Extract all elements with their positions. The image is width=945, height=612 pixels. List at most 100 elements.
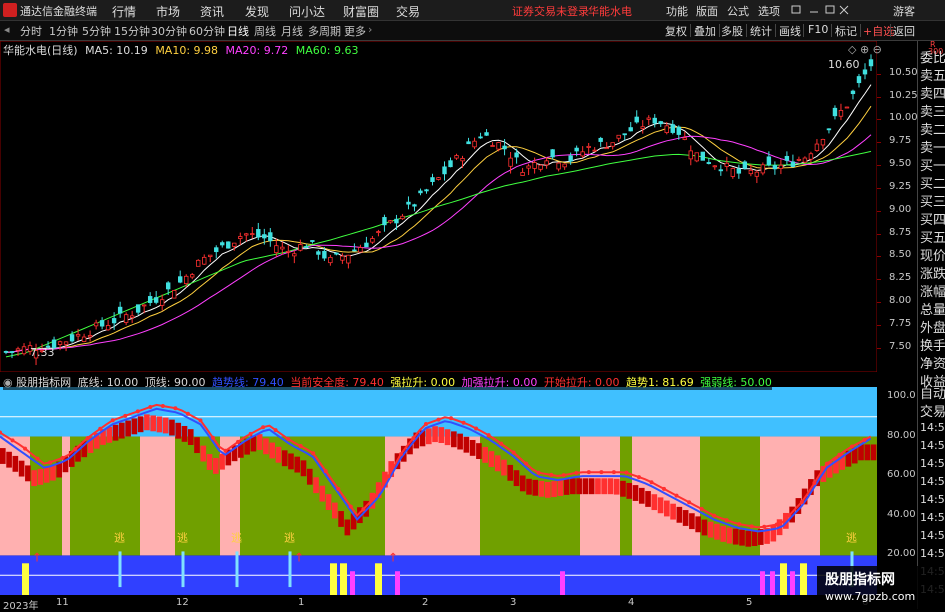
menu-discover[interactable]: 发现 — [245, 3, 269, 20]
momentum-bar — [526, 478, 532, 495]
momentum-bar — [714, 523, 720, 540]
candle — [676, 126, 681, 135]
tool-back[interactable]: 返回 — [893, 23, 915, 39]
menu-formula[interactable]: 公式 — [727, 3, 749, 19]
safety-dot — [724, 518, 729, 523]
safety-dot — [423, 422, 428, 427]
period-timeshare[interactable]: 分时 — [20, 23, 42, 39]
candle — [628, 127, 633, 132]
momentum-bar — [544, 481, 551, 498]
indicator-tick: 40.00 — [887, 508, 916, 520]
safety-dot — [699, 506, 704, 511]
period-1min[interactable]: 1分钟 — [49, 23, 78, 39]
menu-wealth[interactable]: 财富圈 — [343, 3, 379, 20]
safety-dot — [411, 436, 416, 441]
more-chevron-icon[interactable]: › — [368, 23, 372, 36]
candle — [754, 171, 760, 177]
buy-arrow-icon: ↑ — [294, 550, 304, 564]
date-axis: 2023年1112123456 — [0, 597, 877, 612]
momentum-bar — [695, 516, 701, 533]
indicator-name[interactable]: 股朋指标网 — [16, 376, 71, 389]
candle — [490, 145, 495, 147]
period-15min[interactable]: 15分钟 — [114, 23, 150, 39]
candle — [394, 218, 399, 224]
safety-dot — [286, 437, 291, 442]
momentum-bar — [181, 425, 188, 442]
safety-dot — [185, 411, 190, 416]
period-60min[interactable]: 60分钟 — [189, 23, 225, 39]
candle — [57, 341, 63, 345]
indicator-tick: 20.00 — [887, 548, 916, 560]
menu-options[interactable]: 选项 — [758, 3, 780, 19]
period-daily[interactable]: 日线 — [227, 23, 249, 39]
kline-chart[interactable]: 华能水电(日线) MA5: 10.19 MA10: 9.98 MA20: 9.7… — [0, 41, 882, 372]
candle — [514, 152, 519, 158]
candle — [442, 166, 447, 175]
escape-bar — [288, 551, 292, 588]
candle — [376, 231, 381, 233]
period-multi[interactable]: 多周期 — [308, 23, 341, 39]
momentum-bar — [519, 475, 526, 492]
menu-quotes[interactable]: 行情 — [112, 3, 136, 20]
quote-field-label: 换手 — [920, 339, 945, 354]
candle — [640, 126, 645, 129]
menu-market[interactable]: 市场 — [156, 3, 180, 20]
trend-zone — [580, 436, 620, 556]
period-30min[interactable]: 30分钟 — [151, 23, 187, 39]
tool-adjust[interactable]: 复权 — [665, 23, 687, 39]
candle — [712, 165, 718, 168]
menu-assistant[interactable]: 问小达 — [289, 3, 325, 20]
boost-bar — [395, 571, 400, 595]
candle — [105, 325, 111, 331]
safety-dot — [85, 435, 90, 440]
safety-dot — [73, 447, 78, 452]
toolbar-arrow-icon[interactable]: ◂ — [4, 23, 10, 36]
momentum-bar — [112, 424, 119, 441]
candle — [334, 252, 339, 255]
low-price-label: 7.33 — [30, 346, 55, 359]
momentum-bar — [739, 529, 745, 546]
escape-marker: 逃 — [846, 532, 857, 545]
candle — [484, 132, 489, 136]
candle — [3, 351, 9, 353]
momentum-bar — [50, 464, 56, 481]
indicator-toggle-icon[interactable]: ◉ — [3, 376, 13, 389]
safety-dot — [135, 409, 140, 414]
auto-trade-button[interactable]: 交易 — [920, 401, 945, 420]
safety-dot — [436, 417, 441, 422]
price-tick: 8.00 — [889, 295, 912, 307]
menu-news[interactable]: 资讯 — [200, 3, 224, 20]
trade-login-warning[interactable]: 证券交易未登录 — [512, 3, 589, 19]
tool-stats[interactable]: 统计 — [750, 23, 772, 39]
tool-multistock[interactable]: 多股 — [721, 23, 743, 39]
boost-bar — [790, 571, 795, 595]
candle — [202, 256, 207, 265]
period-more[interactable]: 更多 — [344, 23, 366, 39]
candle — [850, 90, 856, 95]
candle — [141, 304, 147, 307]
period-monthly[interactable]: 月线 — [281, 23, 303, 39]
auto-trade-button[interactable]: 自动 — [920, 383, 945, 402]
period-weekly[interactable]: 周线 — [254, 23, 276, 39]
window-controls[interactable] — [790, 4, 850, 16]
candle — [544, 160, 549, 166]
tool-draw[interactable]: 画线 — [779, 23, 801, 39]
candle — [292, 253, 297, 257]
rally-bar — [780, 563, 787, 595]
indicator-tick: 80.00 — [887, 429, 916, 441]
momentum-bar — [557, 480, 564, 496]
tool-mark[interactable]: 标记 — [835, 23, 857, 39]
candle — [820, 139, 826, 146]
escape-bar — [235, 551, 239, 588]
indicator-chart[interactable]: 逃 逃 逃 逃 逃 ↑ ↑ ↑ ◉ 股朋指标网 底线: 10.00 顶线: 90.00 趋势线… — [0, 373, 877, 597]
candle — [448, 160, 453, 168]
period-5min[interactable]: 5分钟 — [82, 23, 111, 39]
menu-function[interactable]: 功能 — [666, 3, 688, 19]
tool-overlay[interactable]: 叠加 — [694, 23, 716, 39]
guest-login[interactable]: 游客 — [893, 3, 915, 19]
tool-f10[interactable]: F10 — [808, 23, 828, 36]
safety-dot — [799, 499, 804, 504]
candle — [784, 155, 790, 161]
menu-layout[interactable]: 版面 — [696, 3, 718, 19]
menu-trade[interactable]: 交易 — [396, 3, 420, 20]
